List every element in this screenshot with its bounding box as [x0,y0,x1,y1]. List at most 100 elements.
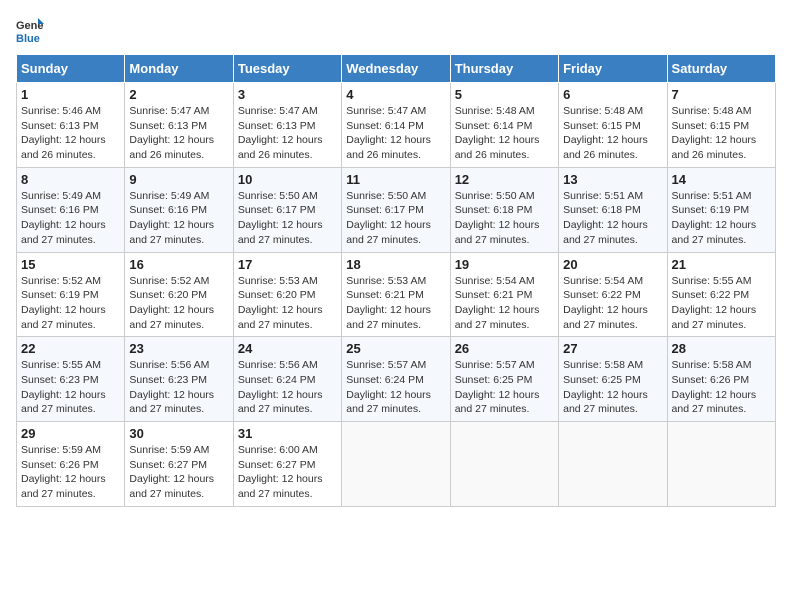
day-info: Sunrise: 5:58 AM Sunset: 6:25 PM Dayligh… [563,358,662,417]
day-number: 25 [346,341,445,356]
calendar-cell: 25 Sunrise: 5:57 AM Sunset: 6:24 PM Dayli… [342,337,450,422]
day-info: Sunrise: 5:53 AM Sunset: 6:20 PM Dayligh… [238,274,337,333]
day-info: Sunrise: 6:00 AM Sunset: 6:27 PM Dayligh… [238,443,337,502]
calendar-cell: 21 Sunrise: 5:55 AM Sunset: 6:22 PM Dayli… [667,252,775,337]
day-number: 31 [238,426,337,441]
day-info: Sunrise: 5:47 AM Sunset: 6:14 PM Dayligh… [346,104,445,163]
calendar-cell: 20 Sunrise: 5:54 AM Sunset: 6:22 PM Dayli… [559,252,667,337]
day-info: Sunrise: 5:55 AM Sunset: 6:22 PM Dayligh… [672,274,771,333]
day-number: 21 [672,257,771,272]
page-header: General Blue [16,16,776,44]
day-info: Sunrise: 5:52 AM Sunset: 6:19 PM Dayligh… [21,274,120,333]
day-number: 12 [455,172,554,187]
day-number: 14 [672,172,771,187]
day-number: 20 [563,257,662,272]
weekday-header-monday: Monday [125,55,233,83]
calendar-cell: 4 Sunrise: 5:47 AM Sunset: 6:14 PM Daylig… [342,83,450,168]
day-info: Sunrise: 5:51 AM Sunset: 6:18 PM Dayligh… [563,189,662,248]
day-info: Sunrise: 5:59 AM Sunset: 6:27 PM Dayligh… [129,443,228,502]
day-info: Sunrise: 5:57 AM Sunset: 6:24 PM Dayligh… [346,358,445,417]
calendar-header-row: SundayMondayTuesdayWednesdayThursdayFrid… [17,55,776,83]
logo: General Blue [16,16,48,44]
calendar-cell: 2 Sunrise: 5:47 AM Sunset: 6:13 PM Daylig… [125,83,233,168]
calendar-cell: 11Sunrise: 5:50 AM Sunset: 6:17 PM Dayli… [342,167,450,252]
calendar-cell: 1 Sunrise: 5:46 AM Sunset: 6:13 PM Daylig… [17,83,125,168]
day-info: Sunrise: 5:54 AM Sunset: 6:22 PM Dayligh… [563,274,662,333]
calendar-cell: 7Sunrise: 5:48 AM Sunset: 6:15 PM Daylig… [667,83,775,168]
calendar-cell: 14Sunrise: 5:51 AM Sunset: 6:19 PM Dayli… [667,167,775,252]
day-info: Sunrise: 5:52 AM Sunset: 6:20 PM Dayligh… [129,274,228,333]
day-number: 29 [21,426,120,441]
weekday-header-sunday: Sunday [17,55,125,83]
calendar-cell: 31 Sunrise: 6:00 AM Sunset: 6:27 PM Dayli… [233,422,341,507]
day-number: 8 [21,172,120,187]
calendar-cell: 24 Sunrise: 5:56 AM Sunset: 6:24 PM Dayli… [233,337,341,422]
day-number: 5 [455,87,554,102]
calendar-week-row: 8 Sunrise: 5:49 AM Sunset: 6:16 PM Daylig… [17,167,776,252]
day-info: Sunrise: 5:54 AM Sunset: 6:21 PM Dayligh… [455,274,554,333]
day-info: Sunrise: 5:47 AM Sunset: 6:13 PM Dayligh… [129,104,228,163]
day-number: 6 [563,87,662,102]
calendar-cell: 17 Sunrise: 5:53 AM Sunset: 6:20 PM Dayli… [233,252,341,337]
calendar-cell: 26Sunrise: 5:57 AM Sunset: 6:25 PM Dayli… [450,337,558,422]
day-number: 24 [238,341,337,356]
day-info: Sunrise: 5:59 AM Sunset: 6:26 PM Dayligh… [21,443,120,502]
calendar-cell: 5 Sunrise: 5:48 AM Sunset: 6:14 PM Daylig… [450,83,558,168]
calendar-cell: 10Sunrise: 5:50 AM Sunset: 6:17 PM Dayli… [233,167,341,252]
calendar-cell [559,422,667,507]
day-info: Sunrise: 5:49 AM Sunset: 6:16 PM Dayligh… [129,189,228,248]
day-number: 1 [21,87,120,102]
day-number: 3 [238,87,337,102]
calendar-cell: 15Sunrise: 5:52 AM Sunset: 6:19 PM Dayli… [17,252,125,337]
calendar-cell: 3Sunrise: 5:47 AM Sunset: 6:13 PM Daylig… [233,83,341,168]
calendar-cell: 27 Sunrise: 5:58 AM Sunset: 6:25 PM Dayli… [559,337,667,422]
calendar-cell: 8 Sunrise: 5:49 AM Sunset: 6:16 PM Daylig… [17,167,125,252]
calendar-cell: 18 Sunrise: 5:53 AM Sunset: 6:21 PM Dayli… [342,252,450,337]
day-number: 13 [563,172,662,187]
calendar-cell [667,422,775,507]
day-number: 27 [563,341,662,356]
day-number: 30 [129,426,228,441]
day-info: Sunrise: 5:50 AM Sunset: 6:18 PM Dayligh… [455,189,554,248]
weekday-header-friday: Friday [559,55,667,83]
day-number: 28 [672,341,771,356]
day-info: Sunrise: 5:58 AM Sunset: 6:26 PM Dayligh… [672,358,771,417]
day-number: 2 [129,87,228,102]
calendar-table: SundayMondayTuesdayWednesdayThursdayFrid… [16,54,776,507]
day-number: 22 [21,341,120,356]
calendar-cell: 22 Sunrise: 5:55 AM Sunset: 6:23 PM Dayli… [17,337,125,422]
calendar-cell [450,422,558,507]
day-info: Sunrise: 5:50 AM Sunset: 6:17 PM Dayligh… [346,189,445,248]
calendar-cell: 16 Sunrise: 5:52 AM Sunset: 6:20 PM Dayli… [125,252,233,337]
day-number: 7 [672,87,771,102]
day-number: 18 [346,257,445,272]
day-number: 26 [455,341,554,356]
svg-text:Blue: Blue [16,33,40,44]
day-number: 17 [238,257,337,272]
day-number: 4 [346,87,445,102]
calendar-cell: 13 Sunrise: 5:51 AM Sunset: 6:18 PM Dayli… [559,167,667,252]
calendar-week-row: 22 Sunrise: 5:55 AM Sunset: 6:23 PM Dayli… [17,337,776,422]
calendar-cell: 19 Sunrise: 5:54 AM Sunset: 6:21 PM Dayli… [450,252,558,337]
calendar-week-row: 15Sunrise: 5:52 AM Sunset: 6:19 PM Dayli… [17,252,776,337]
calendar-cell: 6Sunrise: 5:48 AM Sunset: 6:15 PM Daylig… [559,83,667,168]
weekday-header-wednesday: Wednesday [342,55,450,83]
calendar-cell: 28 Sunrise: 5:58 AM Sunset: 6:26 PM Dayli… [667,337,775,422]
weekday-header-thursday: Thursday [450,55,558,83]
calendar-cell: 30 Sunrise: 5:59 AM Sunset: 6:27 PM Dayli… [125,422,233,507]
calendar-cell: 9 Sunrise: 5:49 AM Sunset: 6:16 PM Daylig… [125,167,233,252]
calendar-cell [342,422,450,507]
day-info: Sunrise: 5:49 AM Sunset: 6:16 PM Dayligh… [21,189,120,248]
day-info: Sunrise: 5:56 AM Sunset: 6:24 PM Dayligh… [238,358,337,417]
calendar-cell: 12 Sunrise: 5:50 AM Sunset: 6:18 PM Dayli… [450,167,558,252]
day-info: Sunrise: 5:55 AM Sunset: 6:23 PM Dayligh… [21,358,120,417]
day-info: Sunrise: 5:53 AM Sunset: 6:21 PM Dayligh… [346,274,445,333]
day-number: 9 [129,172,228,187]
day-info: Sunrise: 5:56 AM Sunset: 6:23 PM Dayligh… [129,358,228,417]
day-number: 19 [455,257,554,272]
day-number: 23 [129,341,228,356]
calendar-cell: 29 Sunrise: 5:59 AM Sunset: 6:26 PM Dayli… [17,422,125,507]
day-info: Sunrise: 5:46 AM Sunset: 6:13 PM Dayligh… [21,104,120,163]
day-number: 16 [129,257,228,272]
day-info: Sunrise: 5:48 AM Sunset: 6:14 PM Dayligh… [455,104,554,163]
